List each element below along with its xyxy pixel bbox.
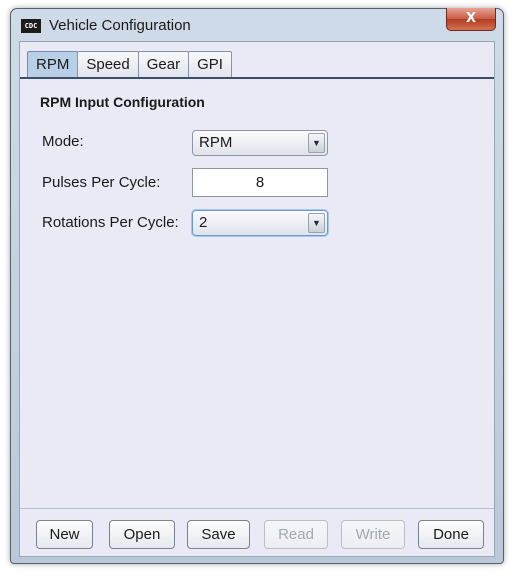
button-bar-divider — [20, 508, 494, 509]
close-button[interactable]: X — [446, 8, 496, 31]
window-title: Vehicle Configuration — [49, 17, 191, 34]
chevron-down-icon[interactable]: ▼ — [308, 133, 325, 153]
panel-title: RPM Input Configuration — [40, 94, 205, 110]
open-button[interactable]: Open — [109, 520, 175, 549]
rotations-per-cycle-label: Rotations Per Cycle: — [42, 214, 179, 231]
close-icon: X — [465, 11, 477, 26]
app-icon: CDC — [21, 19, 41, 33]
tab-speed[interactable]: Speed — [77, 51, 139, 77]
pulses-per-cycle-label: Pulses Per Cycle: — [42, 174, 161, 191]
read-button[interactable]: Read — [264, 520, 328, 549]
mode-label: Mode: — [42, 133, 84, 150]
new-button[interactable]: New — [36, 520, 93, 549]
write-button[interactable]: Write — [341, 520, 405, 549]
rotations-per-cycle-select[interactable]: 2 ▼ — [192, 210, 328, 236]
title-bar[interactable]: CDC Vehicle Configuration X — [11, 8, 503, 41]
vehicle-configuration-window: CDC Vehicle Configuration X RPM Speed Ge… — [10, 8, 504, 564]
dialog-body: RPM Speed Gear GPI RPM Input Configurati… — [19, 41, 495, 557]
done-button[interactable]: Done — [418, 520, 484, 549]
tab-bar: RPM Speed Gear GPI — [27, 51, 232, 78]
chevron-down-icon[interactable]: ▼ — [308, 213, 325, 233]
pulses-per-cycle-field[interactable]: 8 — [192, 168, 328, 197]
mode-select[interactable]: RPM ▼ — [192, 130, 328, 156]
save-button[interactable]: Save — [187, 520, 250, 549]
tab-gear[interactable]: Gear — [137, 51, 190, 77]
tab-rpm[interactable]: RPM — [27, 51, 79, 77]
tab-divider — [20, 77, 494, 79]
rotations-per-cycle-value: 2 — [199, 214, 208, 231]
tab-gpi[interactable]: GPI — [188, 51, 232, 77]
mode-value: RPM — [199, 134, 233, 151]
